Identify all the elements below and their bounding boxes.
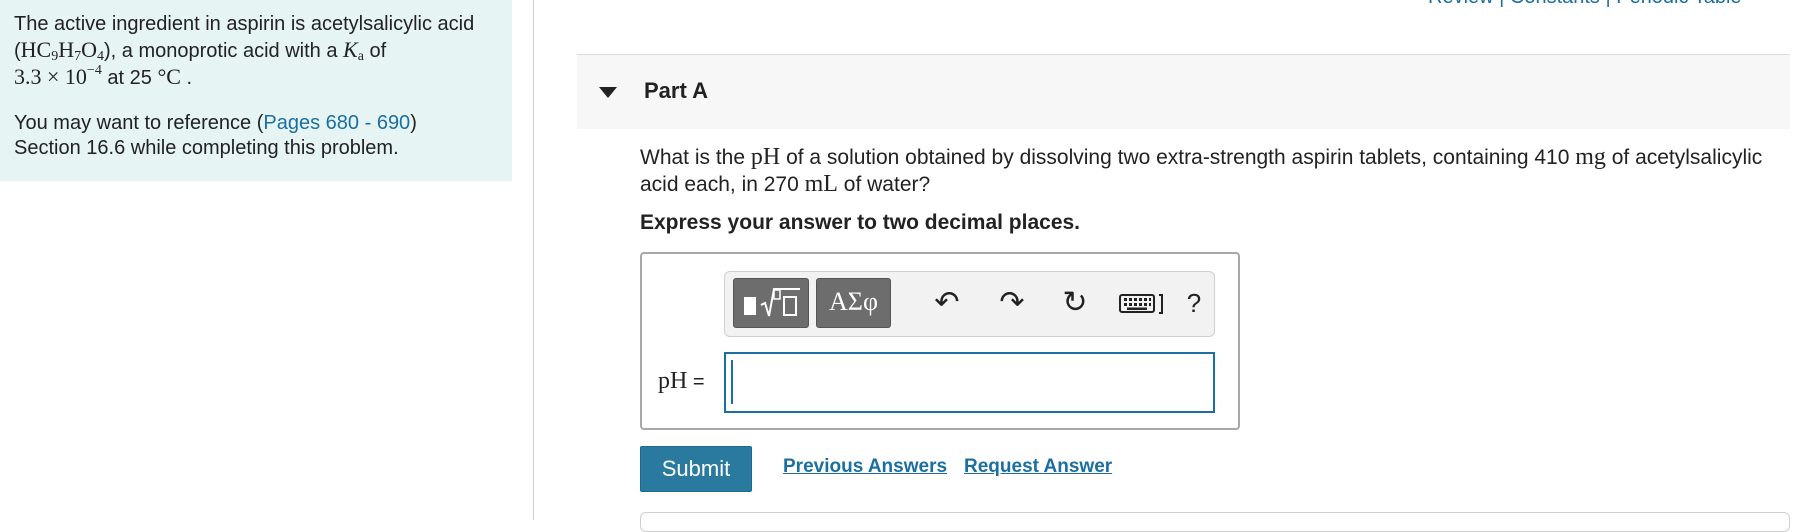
undo-icon[interactable]: ↶ xyxy=(928,284,966,322)
top-links[interactable]: Review | Constants | Periodic Table xyxy=(1398,0,1742,9)
help-button[interactable]: ? xyxy=(1175,284,1213,322)
submit-button[interactable]: Submit xyxy=(640,446,752,492)
ka-value: 3.3 × 10−4 xyxy=(14,63,102,90)
templates-button[interactable] xyxy=(733,278,809,328)
ka-symbol: Ka xyxy=(343,37,364,64)
panel-divider xyxy=(533,0,534,520)
review-icon xyxy=(1398,0,1420,4)
problem-statement: The active ingredient in aspirin is acet… xyxy=(14,13,475,90)
math-toolbar: ΑΣφ ↶ ↷ ↻ ? xyxy=(724,271,1215,337)
question-text: What is the pH of a solution obtained by… xyxy=(640,144,1763,197)
collapse-caret-icon[interactable] xyxy=(599,87,617,98)
greek-symbols-button[interactable]: ΑΣφ xyxy=(816,278,891,328)
previous-answers-link[interactable]: Previous Answers xyxy=(783,456,947,478)
answer-label: pH = xyxy=(658,368,705,394)
redo-icon[interactable]: ↷ xyxy=(993,284,1031,322)
part-a-header[interactable]: Part A xyxy=(577,55,1790,129)
ph-answer-input[interactable] xyxy=(724,352,1215,413)
keyboard-shape xyxy=(1119,294,1163,314)
reference-pages-link[interactable]: Pages 680 - 690 xyxy=(263,112,410,134)
keyboard-icon[interactable] xyxy=(1118,284,1168,322)
part-title: Part A xyxy=(644,78,708,103)
problem-panel: The active ingredient in aspirin is acet… xyxy=(0,0,512,181)
reset-icon[interactable]: ↻ xyxy=(1056,284,1094,322)
text-cursor xyxy=(731,360,733,404)
request-answer-link[interactable]: Request Answer xyxy=(964,456,1112,478)
next-section-box xyxy=(640,512,1790,532)
templates-icon xyxy=(744,288,800,317)
answer-instruction: Express your answer to two decimal place… xyxy=(640,211,1081,234)
formula: HC9H7O4 xyxy=(20,37,105,64)
temperature-unit: °C xyxy=(157,64,181,89)
reference-text: You may want to reference (Pages 680 - 6… xyxy=(14,112,417,159)
answer-box: ΑΣφ ↶ ↷ ↻ ? pH = xyxy=(640,252,1240,430)
